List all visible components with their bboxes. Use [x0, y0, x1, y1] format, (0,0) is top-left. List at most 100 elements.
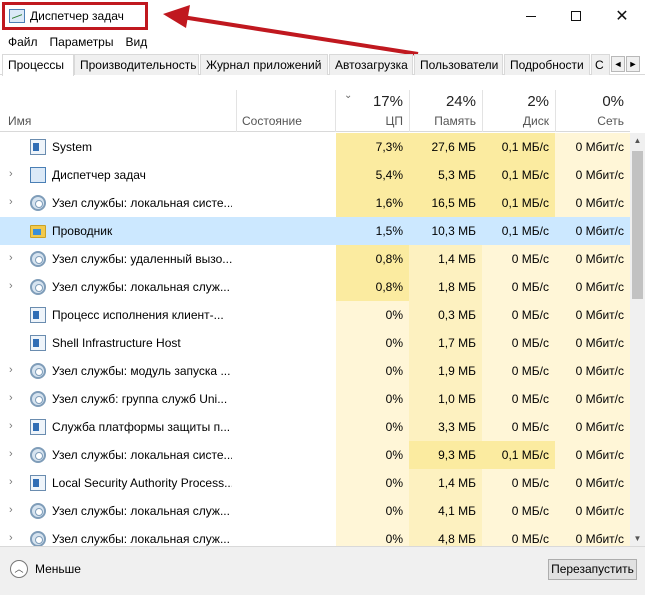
gear-icon — [30, 447, 46, 463]
process-row[interactable]: › Узел служб: группа служб Uni... 0% 1,0 МБ… — [0, 385, 630, 413]
disk-cell: 0 МБ/с — [482, 385, 555, 413]
fewer-details-link[interactable]: Меньше — [35, 562, 81, 576]
network-cell: 0 Мбит/с — [555, 469, 630, 497]
maximize-button[interactable] — [553, 2, 599, 30]
cpu-cell: 0% — [336, 385, 409, 413]
expand-chevron-icon[interactable]: › — [9, 364, 13, 376]
memory-total: 24% — [445, 93, 476, 110]
column-disk[interactable]: 2% Диск — [482, 90, 555, 132]
expand-chevron-icon[interactable]: › — [9, 532, 13, 544]
column-name[interactable]: Имя — [8, 114, 31, 128]
cpu-cell: 0% — [336, 357, 409, 385]
expand-chevron-icon[interactable]: › — [9, 420, 13, 432]
disk-cell: 0 МБ/с — [482, 301, 555, 329]
expand-chevron-icon[interactable]: › — [9, 504, 13, 516]
process-row[interactable]: › Узел службы: локальная служ... 0% 4,1 МБ 0… — [0, 497, 630, 525]
expand-chevron-icon[interactable]: › — [9, 448, 13, 460]
memory-cell: 4,8 МБ — [409, 525, 482, 546]
tab-details[interactable]: Подробности — [504, 54, 590, 75]
tab-scroll-right-icon[interactable]: ► — [626, 56, 640, 72]
gear-icon — [30, 279, 46, 295]
process-name: Узел службы: удаленный вызо... — [52, 252, 232, 266]
scroll-down-icon[interactable]: ▼ — [630, 531, 645, 546]
menu-file[interactable]: Файл — [0, 33, 44, 51]
task-manager-icon — [9, 9, 25, 23]
process-row[interactable]: › Узел службы: удаленный вызо... 0,8% 1,4 М… — [0, 245, 630, 273]
window-icon — [30, 419, 46, 435]
process-list: System 7,3% 27,6 МБ 0,1 МБ/с 0 Мбит/с › Диспет… — [0, 133, 630, 546]
close-button[interactable]: ✕ — [599, 2, 645, 30]
cpu-cell: 0% — [336, 301, 409, 329]
scroll-up-icon[interactable]: ▲ — [630, 133, 645, 148]
tab-users[interactable]: Пользователи — [414, 54, 503, 75]
process-name: Узел служб: группа служб Uni... — [52, 392, 228, 406]
tab-scroll-left-icon[interactable]: ◄ — [611, 56, 625, 72]
memory-cell: 16,5 МБ — [409, 189, 482, 217]
process-row[interactable]: › Служба платформы защиты п... 0% 3,3 МБ 0 М… — [0, 413, 630, 441]
gear-icon — [30, 251, 46, 267]
disk-label: Диск — [522, 114, 549, 128]
network-cell: 0 Мбит/с — [555, 525, 630, 546]
close-icon: ✕ — [615, 8, 629, 25]
tab-processes[interactable]: Процессы — [2, 54, 74, 76]
process-name: Процесс исполнения клиент-... — [52, 308, 224, 322]
menu-bar: Файл Параметры Вид — [0, 33, 153, 51]
memory-cell: 4,1 МБ — [409, 497, 482, 525]
network-cell: 0 Мбит/с — [555, 301, 630, 329]
network-cell: 0 Мбит/с — [555, 497, 630, 525]
table-header: Имя Состояние ⌄ 17% ЦП 24% Память 2% Дис… — [0, 90, 630, 132]
process-row[interactable]: Shell Infrastructure Host 0% 1,7 МБ 0 МБ/с 0… — [0, 329, 630, 357]
expand-chevron-icon[interactable]: › — [9, 168, 13, 180]
cpu-cell: 7,3% — [336, 133, 409, 161]
cpu-cell: 0% — [336, 469, 409, 497]
network-cell: 0 Мбит/с — [555, 385, 630, 413]
process-name: Узел службы: локальная служ... — [52, 532, 230, 546]
tab-services[interactable]: С — [591, 54, 610, 75]
window-title: Диспетчер задач — [30, 9, 124, 23]
process-name: Узел службы: локальная служ... — [52, 504, 230, 518]
process-row[interactable]: › Узел службы: локальная служ... 0,8% 1,8 М… — [0, 273, 630, 301]
column-cpu[interactable]: ⌄ 17% ЦП — [336, 90, 409, 132]
scrollbar-thumb[interactable] — [632, 151, 643, 299]
process-row[interactable]: › Узел службы: модуль запуска ... 0% 1,9 МБ… — [0, 357, 630, 385]
vertical-scrollbar[interactable]: ▲ ▼ — [630, 133, 645, 546]
expand-chevron-icon[interactable]: › — [9, 280, 13, 292]
column-network[interactable]: 0% Сеть — [555, 90, 630, 132]
network-cell: 0 Мбит/с — [555, 189, 630, 217]
disk-cell: 0 МБ/с — [482, 245, 555, 273]
process-row[interactable]: Проводник 1,5% 10,3 МБ 0,1 МБ/с 0 Мбит/с — [0, 217, 630, 245]
minimize-button[interactable] — [508, 2, 554, 30]
process-row[interactable]: System 7,3% 27,6 МБ 0,1 МБ/с 0 Мбит/с — [0, 133, 630, 161]
expand-chevron-icon[interactable]: › — [9, 476, 13, 488]
network-cell: 0 Мбит/с — [555, 441, 630, 469]
menu-view[interactable]: Вид — [119, 33, 153, 51]
expand-chevron-icon[interactable]: › — [9, 196, 13, 208]
process-row[interactable]: › Узел службы: локальная служ... 0% 4,8 МБ 0… — [0, 525, 630, 546]
window-icon — [30, 139, 46, 155]
column-state[interactable]: Состояние — [242, 114, 302, 128]
cpu-cell: 0,8% — [336, 273, 409, 301]
gear-icon — [30, 531, 46, 546]
folder-icon — [30, 225, 46, 238]
restart-button[interactable]: Перезапустить — [548, 559, 637, 580]
column-memory[interactable]: 24% Память — [409, 90, 482, 132]
process-row[interactable]: › Диспетчер задач 5,4% 5,3 МБ 0,1 МБ/с 0 Мбит… — [0, 161, 630, 189]
tab-startup[interactable]: Автозагрузка — [329, 54, 413, 75]
collapse-up-icon[interactable]: ︿ — [10, 560, 28, 578]
disk-cell: 0,1 МБ/с — [482, 133, 555, 161]
expand-chevron-icon[interactable]: › — [9, 392, 13, 404]
menu-options[interactable]: Параметры — [44, 33, 120, 51]
cpu-cell: 5,4% — [336, 161, 409, 189]
minimize-icon — [526, 15, 536, 17]
memory-cell: 5,3 МБ — [409, 161, 482, 189]
process-row[interactable]: › Local Security Authority Process... 0% 1,… — [0, 469, 630, 497]
process-row[interactable]: Процесс исполнения клиент-... 0% 0,3 МБ 0 М… — [0, 301, 630, 329]
expand-chevron-icon[interactable]: › — [9, 252, 13, 264]
tab-app-history[interactable]: Журнал приложений — [200, 54, 328, 75]
tab-performance[interactable]: Производительность — [74, 54, 199, 75]
cpu-cell: 0% — [336, 413, 409, 441]
memory-cell: 1,8 МБ — [409, 273, 482, 301]
process-row[interactable]: › Узел службы: локальная систе... 1,6% 16,5… — [0, 189, 630, 217]
gear-icon — [30, 503, 46, 519]
process-row[interactable]: › Узел службы: локальная систе... 0% 9,3 МБ… — [0, 441, 630, 469]
